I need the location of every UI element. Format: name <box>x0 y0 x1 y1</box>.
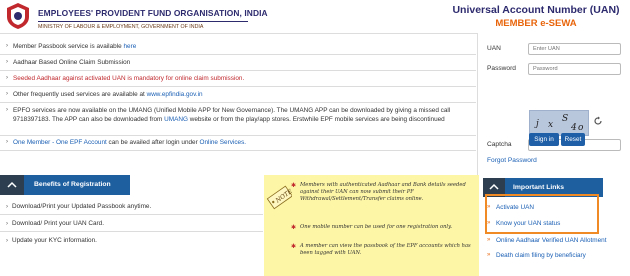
password-label: Password <box>487 65 516 72</box>
double-arrow-icon: » <box>487 237 491 243</box>
benefits-panel: Benefits of Registration › Download/Print… <box>0 175 263 276</box>
double-arrow-icon: » <box>487 220 491 226</box>
portal-title: Universal Account Number (UAN) <box>452 4 620 16</box>
uan-input[interactable] <box>528 43 621 55</box>
chevron-right-icon: › <box>6 91 8 97</box>
header-divider <box>38 21 248 22</box>
activate-uan-link[interactable]: » Activate UAN <box>487 204 535 211</box>
epfo-logo-icon <box>7 3 29 29</box>
login-panel: UAN Password j x S 4 o Captcha Sign in R… <box>479 33 630 175</box>
benefits-header: Benefits of Registration <box>0 175 130 195</box>
notice-text: Member Passbook service is available <box>13 43 124 50</box>
notice-item: › Aadhaar Based Online Claim Submission <box>6 58 472 67</box>
chevron-right-icon: › <box>6 221 8 227</box>
chevron-icon-box <box>0 175 24 195</box>
org-title: EMPLOYEES' PROVIDENT FUND ORGANISATION, … <box>38 8 268 18</box>
death-claim-link[interactable]: » Death claim filing by beneficiary <box>487 252 586 259</box>
notice-text: Seeded Aadhaar against activated UAN is … <box>13 75 245 82</box>
benefit-item: › Download/Print your Updated Passbook an… <box>6 203 256 210</box>
divider <box>0 102 476 103</box>
double-arrow-icon: » <box>487 252 491 258</box>
umang-link[interactable]: UMANG <box>164 116 188 123</box>
online-services-link[interactable]: Online Services. <box>200 139 247 146</box>
highlight-box <box>485 194 599 234</box>
divider <box>0 231 263 232</box>
refresh-icon[interactable] <box>593 116 603 126</box>
notice-text: can be availed after login under <box>106 139 200 146</box>
note-text: Members with authenticated Aadhaar and B… <box>300 182 466 203</box>
note-panel: NOTE ✱ Members with authenticated Aadhaar… <box>264 175 479 276</box>
note-item: ✱ One mobile number can be used for one r… <box>291 224 476 231</box>
link-text: Activate UAN <box>496 204 535 211</box>
note-text: A member can view the passbook of the EP… <box>300 243 471 257</box>
star-icon: ✱ <box>291 182 297 189</box>
chevron-up-icon <box>7 181 17 188</box>
star-icon: ✱ <box>291 243 297 250</box>
notice-item: › One Member - One EPF Account can be av… <box>6 138 472 147</box>
captcha-char: j <box>536 119 539 129</box>
note-item: ✱ Members with authenticated Aadhaar and … <box>291 182 476 204</box>
chevron-right-icon: › <box>6 43 8 49</box>
sign-in-button[interactable]: Sign in <box>529 133 559 146</box>
chevron-right-icon: › <box>6 75 8 81</box>
important-links-panel: Important Links » Activate UAN » Know your… <box>480 175 630 276</box>
notice-item: › Other frequently used services are ava… <box>6 90 472 99</box>
aadhaar-uan-allotment-link[interactable]: » Online Aadhaar Verified UAN Allotment <box>487 237 607 244</box>
know-uan-status-link[interactable]: » Know your UAN status <box>487 220 561 227</box>
org-subtitle: MINISTRY OF LABOUR & EMPLOYMENT, GOVERNM… <box>38 24 204 30</box>
chevron-right-icon: › <box>6 59 8 65</box>
portal-subtitle: MEMBER e-SEWA <box>495 18 577 29</box>
divider <box>0 135 476 136</box>
notice-item: › Member Passbook service is available h… <box>6 42 472 51</box>
uan-label: UAN <box>487 45 501 52</box>
notice-text: Other frequently used services are avail… <box>13 91 147 98</box>
captcha-label: Captcha <box>487 141 512 148</box>
benefit-text: Update your KYC information. <box>12 237 97 244</box>
note-tag-icon: NOTE <box>266 185 292 210</box>
captcha-char: x <box>548 120 554 130</box>
benefit-item: › Download/ Print your UAN Card. <box>6 220 256 227</box>
reset-button[interactable]: Reset <box>561 133 585 146</box>
important-links-title: Important Links <box>513 184 564 191</box>
notice-text: website or from the play/app stores. Ers… <box>187 116 445 124</box>
chevron-right-icon: › <box>6 107 8 113</box>
divider <box>0 54 476 55</box>
link-text: Online Aadhaar Verified UAN Allotment <box>496 237 607 244</box>
star-icon: ✱ <box>291 224 297 231</box>
notice-item: › Seeded Aadhaar against activated UAN i… <box>6 74 472 83</box>
note-item: ✱ A member can view the passbook of the E… <box>291 243 476 257</box>
captcha-char: o <box>578 123 584 133</box>
benefit-text: Download/ Print your UAN Card. <box>12 220 104 227</box>
chevron-right-icon: › <box>6 139 8 145</box>
epfindia-link[interactable]: www.epfindia.gov.in <box>147 91 203 98</box>
note-text: One mobile number can be used for one re… <box>300 224 452 230</box>
benefit-item: › Update your KYC information. <box>6 237 256 244</box>
divider <box>0 214 263 215</box>
divider <box>0 70 476 71</box>
notice-item: › EPFO services are now available on the… <box>6 106 472 125</box>
link-text: Know your UAN status <box>496 220 561 227</box>
double-arrow-icon: » <box>487 204 491 210</box>
link-text: Death claim filing by beneficiary <box>496 252 586 259</box>
page-header: EMPLOYEES' PROVIDENT FUND ORGANISATION, … <box>0 0 630 33</box>
captcha-char: 4 <box>571 123 577 133</box>
chevron-right-icon: › <box>6 204 8 210</box>
captcha-char: S <box>562 114 569 124</box>
passbook-link[interactable]: here <box>123 43 136 50</box>
divider <box>0 86 476 87</box>
password-input[interactable] <box>528 63 621 75</box>
forgot-password-link[interactable]: Forgot Password <box>487 157 537 164</box>
one-member-link[interactable]: One Member - One EPF Account <box>13 139 107 146</box>
chevron-right-icon: › <box>6 238 8 244</box>
benefits-title: Benefits of Registration <box>34 181 111 188</box>
divider <box>0 150 476 151</box>
notice-list: › Member Passbook service is available h… <box>0 33 478 175</box>
benefit-text: Download/Print your Updated Passbook any… <box>12 203 152 210</box>
notice-text: Aadhaar Based Online Claim Submission <box>13 59 131 66</box>
